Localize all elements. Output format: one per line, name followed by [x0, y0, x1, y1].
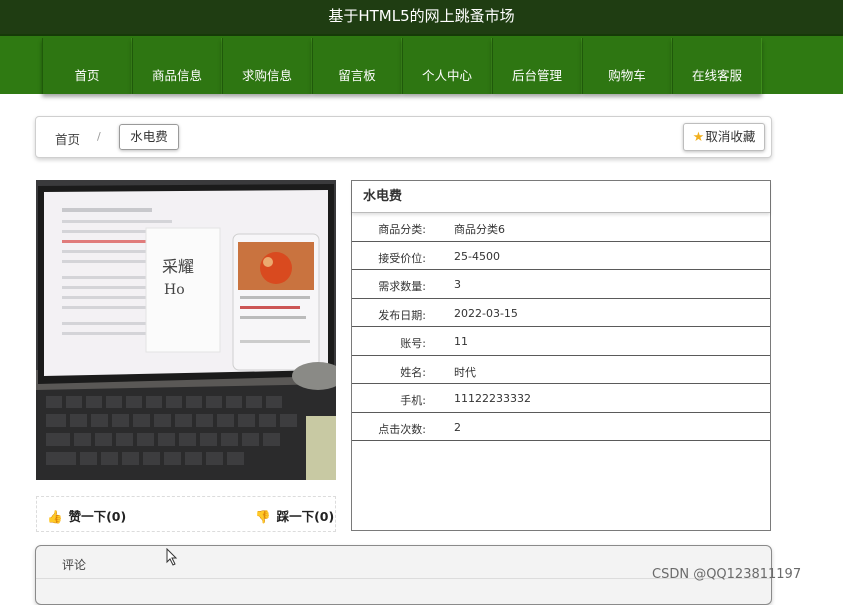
like-label: 赞一下(0) [68, 509, 127, 524]
detail-title: 水电费 [352, 181, 770, 213]
svg-text:Ho: Ho [164, 282, 185, 298]
nav-item-home[interactable]: 首页 [42, 38, 132, 94]
detail-row: 商品分类: 商品分类6 [352, 213, 770, 242]
thumbs-down-icon: 👎 [255, 509, 271, 524]
nav-item-support[interactable]: 在线客服 [672, 38, 762, 94]
detail-row: 需求数量: 3 [352, 270, 770, 299]
star-icon: ★ [692, 130, 705, 145]
nav-item-cart[interactable]: 购物车 [582, 38, 672, 94]
nav-item-products[interactable]: 商品信息 [132, 38, 222, 94]
nav-items: 首页 商品信息 求购信息 留言板 个人中心 后台管理 购物车 在线客服 [42, 38, 762, 96]
detail-panel: 水电费 商品分类: 商品分类6 接受价位: 25-4500 需求数量: 3 发布… [351, 180, 771, 531]
nav-item-message-board[interactable]: 留言板 [312, 38, 402, 94]
svg-text:采耀: 采耀 [162, 257, 194, 276]
detail-value: 11122233332 [454, 392, 531, 405]
detail-label: 需求数量: [378, 280, 426, 293]
detail-label: 发布日期: [378, 308, 426, 322]
mouse-cursor-icon [166, 548, 178, 566]
site-header: 基于HTML5的网上跳蚤市场 [0, 0, 843, 34]
detail-value: 时代 [454, 365, 476, 379]
breadcrumb-current: 水电费 [119, 124, 179, 150]
comment-heading: 评论 [62, 558, 87, 572]
like-button[interactable]: 👍 赞一下(0) [47, 506, 126, 525]
nav-item-wanted[interactable]: 求购信息 [222, 38, 312, 94]
dislike-label: 踩一下(0) [276, 509, 335, 524]
detail-label: 商品分类: [378, 223, 426, 236]
detail-row: 账号: 11 [352, 327, 770, 356]
detail-label: 手机: [400, 394, 426, 407]
detail-label: 点击次数: [378, 422, 426, 436]
breadcrumb-separator: / [97, 130, 101, 143]
unfavorite-label: 取消收藏 [705, 129, 756, 144]
detail-value: 2 [454, 420, 461, 434]
breadcrumb-home-link[interactable]: 首页 [55, 129, 80, 148]
detail-value: 3 [454, 278, 461, 291]
detail-value: 11 [454, 335, 468, 348]
main-nav: 首页 商品信息 求购信息 留言板 个人中心 后台管理 购物车 在线客服 [0, 34, 843, 94]
vote-bar: 👍 赞一下(0) 👎 踩一下(0) [36, 496, 336, 532]
unfavorite-button[interactable]: ★取消收藏 [683, 123, 765, 151]
detail-label: 接受价位: [378, 251, 426, 265]
site-title: 基于HTML5的网上跳蚤市场 [328, 7, 515, 25]
detail-row: 发布日期: 2022-03-15 [352, 299, 770, 327]
nav-item-admin[interactable]: 后台管理 [492, 38, 582, 94]
detail-value: 2022-03-15 [454, 306, 518, 320]
detail-row: 姓名: 时代 [352, 356, 770, 384]
watermark: CSDN @QQ123811197 [652, 567, 802, 582]
product-image: 采耀 Ho [36, 180, 336, 480]
breadcrumb: 首页 / 水电费 ★取消收藏 [35, 116, 772, 158]
thumbs-up-icon: 👍 [47, 509, 63, 524]
detail-row: 点击次数: 2 [352, 413, 770, 441]
detail-value: 25-4500 [454, 249, 500, 263]
detail-row: 接受价位: 25-4500 [352, 242, 770, 270]
dislike-button[interactable]: 👎 踩一下(0) [255, 506, 334, 525]
detail-value: 商品分类6 [454, 223, 505, 236]
detail-row: 手机: 11122233332 [352, 384, 770, 413]
tablet-photo: 采耀 Ho [36, 180, 336, 480]
nav-item-user-center[interactable]: 个人中心 [402, 38, 492, 94]
detail-label: 姓名: [400, 365, 426, 379]
detail-label: 账号: [400, 337, 426, 350]
